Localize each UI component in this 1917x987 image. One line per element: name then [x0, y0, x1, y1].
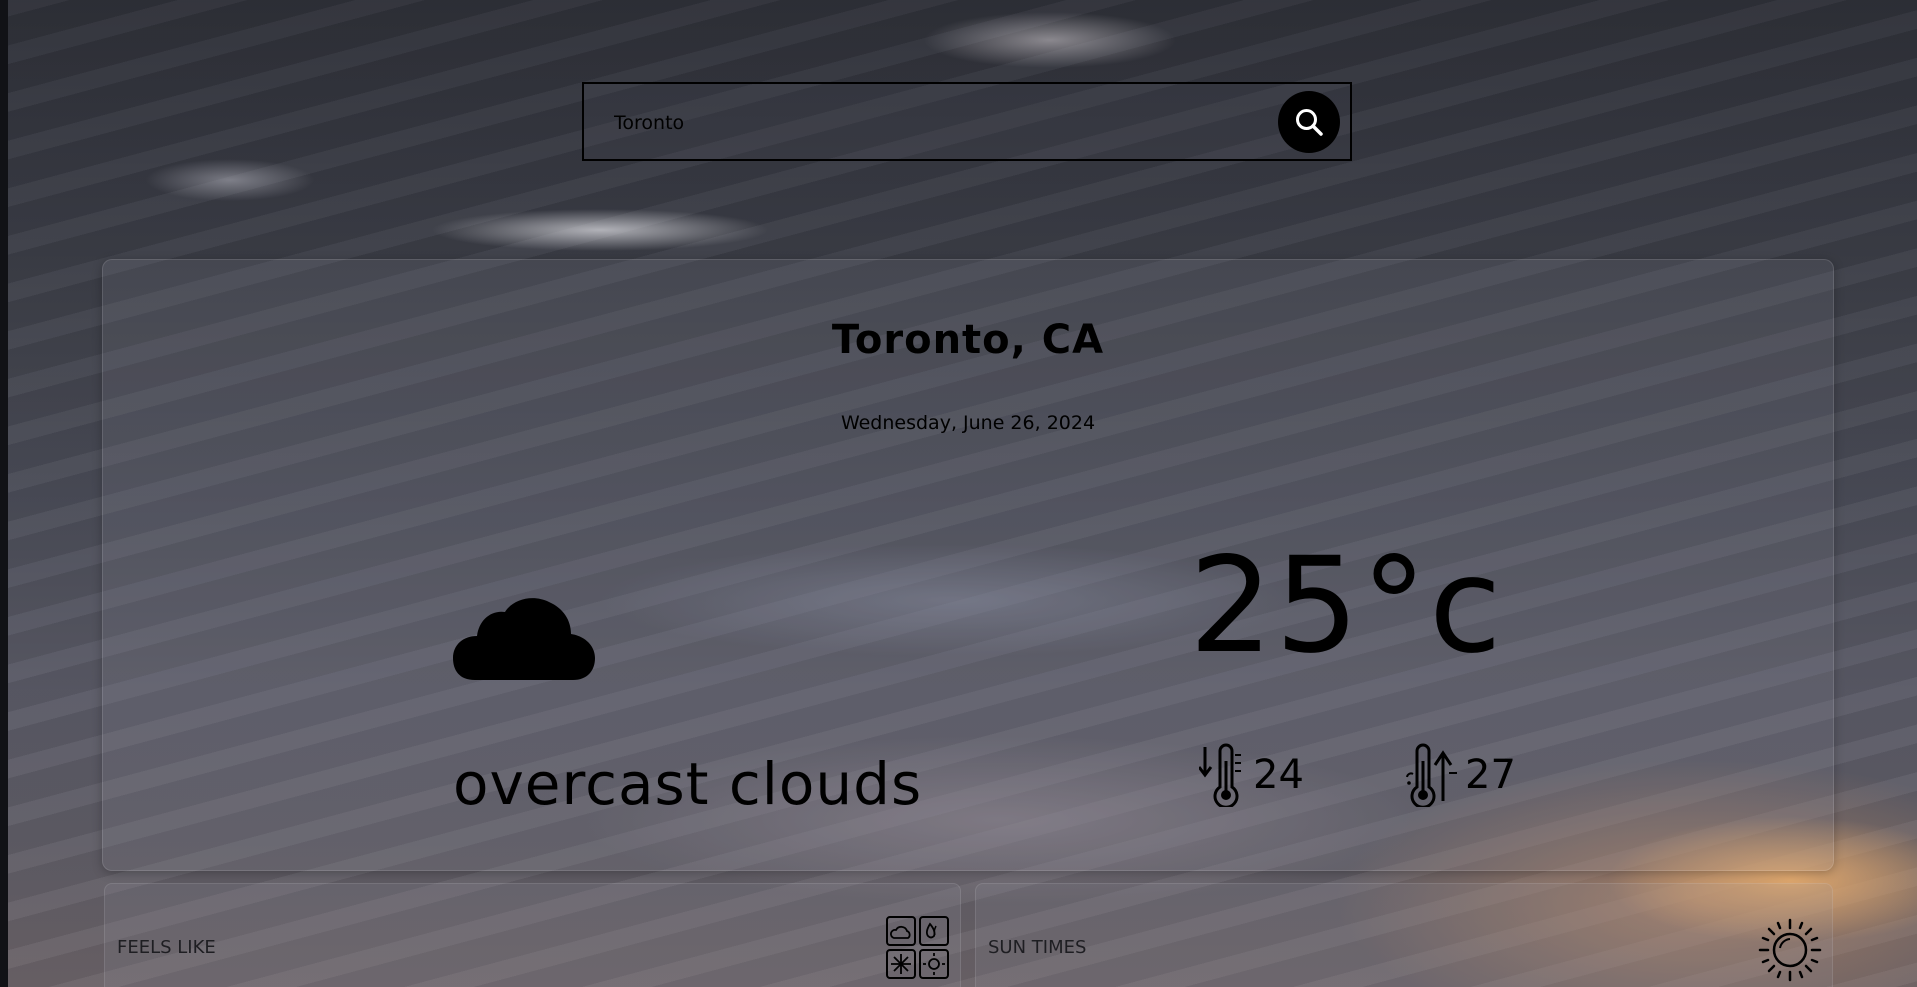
sun-times-title: SUN TIMES: [988, 937, 1087, 958]
max-temperature: 27: [1403, 743, 1516, 807]
search-bar: [582, 82, 1352, 161]
search-icon: [1296, 109, 1323, 136]
sun-times-card: SUN TIMES: [975, 883, 1833, 987]
weather-description: overcast clouds: [453, 750, 923, 818]
thermometer-down-icon: [1199, 743, 1241, 807]
feels-like-card: FEELS LIKE: [104, 883, 961, 987]
city-name: Toronto, CA: [831, 317, 1105, 363]
sun-icon: [1758, 918, 1822, 982]
feels-like-title: FEELS LIKE: [117, 937, 216, 958]
search-button[interactable]: [1278, 91, 1340, 153]
min-temperature: 24: [1199, 743, 1304, 807]
thermometer-up-icon: [1406, 743, 1457, 807]
current-temperature: 25°c: [1189, 529, 1504, 683]
max-temperature-value: 27: [1465, 752, 1516, 798]
min-temperature-value: 24: [1253, 752, 1304, 798]
search-input[interactable]: [612, 104, 1256, 142]
current-weather-card: Toronto, CA Wednesday, June 26, 2024 ove…: [102, 259, 1834, 871]
current-date: Wednesday, June 26, 2024: [840, 412, 1096, 434]
weather-conditions-icon: [886, 916, 949, 979]
cloud-icon: [453, 598, 595, 680]
window-edge: [0, 0, 8, 987]
